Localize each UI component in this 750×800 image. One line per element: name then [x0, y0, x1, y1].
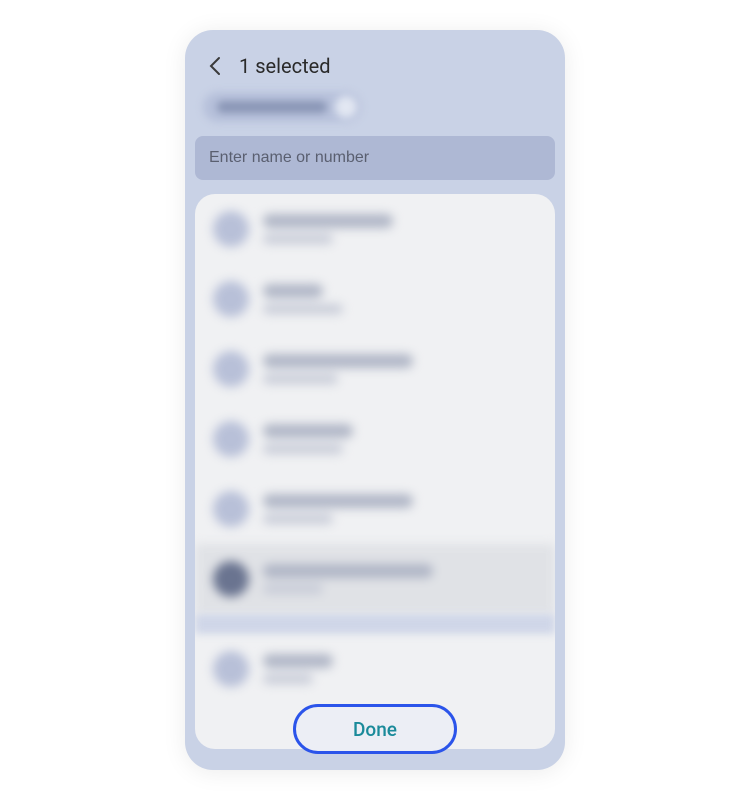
contact-row[interactable] [195, 404, 555, 474]
contact-name-blurred [263, 564, 433, 578]
selected-chips-row [185, 92, 565, 136]
contact-name-blurred [263, 284, 323, 298]
contact-number-blurred [263, 304, 343, 314]
contact-name-blurred [263, 494, 413, 508]
contact-row[interactable] [195, 264, 555, 334]
chip-remove-icon[interactable] [335, 96, 357, 118]
contact-picker-screen: 1 selected Done [185, 30, 565, 770]
done-button-label: Done [353, 718, 397, 741]
chip-label-blurred [217, 101, 327, 113]
section-divider [195, 614, 555, 634]
contact-number-blurred [263, 374, 338, 384]
selected-contact-chip[interactable] [203, 92, 361, 122]
contact-number-blurred [263, 234, 333, 244]
contact-list[interactable] [195, 194, 555, 749]
contact-text [263, 654, 537, 684]
contact-avatar [213, 651, 249, 687]
contact-number-blurred [263, 584, 323, 594]
chevron-left-icon [209, 56, 221, 76]
contact-avatar [213, 351, 249, 387]
contact-text [263, 494, 537, 524]
search-bar[interactable] [195, 136, 555, 180]
done-button[interactable]: Done [293, 704, 457, 754]
header: 1 selected [185, 30, 565, 92]
search-input[interactable] [209, 149, 541, 167]
back-button[interactable] [205, 56, 225, 76]
contact-row[interactable] [195, 334, 555, 404]
header-title: 1 selected [239, 54, 331, 78]
contact-name-blurred [263, 424, 353, 438]
contact-name-blurred [263, 654, 333, 668]
contact-text [263, 214, 537, 244]
contact-avatar [213, 561, 249, 597]
contact-number-blurred [263, 674, 313, 684]
contact-number-blurred [263, 514, 333, 524]
contact-name-blurred [263, 214, 393, 228]
contact-row[interactable] [195, 544, 555, 614]
contact-text [263, 424, 537, 454]
contact-text [263, 284, 537, 314]
contact-row[interactable] [195, 474, 555, 544]
contact-row[interactable] [195, 634, 555, 704]
contact-number-blurred [263, 444, 343, 454]
contact-avatar [213, 421, 249, 457]
contact-avatar [213, 491, 249, 527]
contact-row[interactable] [195, 194, 555, 264]
contact-text [263, 564, 537, 594]
contact-avatar [213, 281, 249, 317]
contact-avatar [213, 211, 249, 247]
contact-text [263, 354, 537, 384]
contact-name-blurred [263, 354, 413, 368]
